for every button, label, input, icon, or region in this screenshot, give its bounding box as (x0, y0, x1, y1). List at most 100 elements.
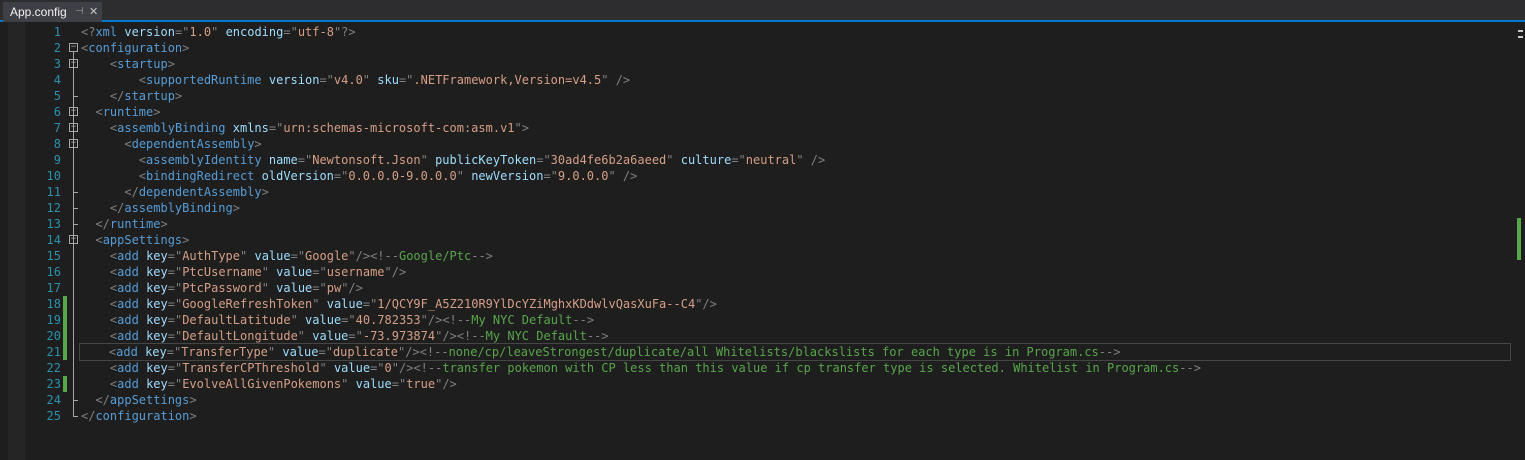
collapse-icon[interactable]: − (69, 59, 78, 68)
code-line[interactable]: <startup> (81, 56, 1510, 72)
code-token: true (406, 377, 436, 391)
code-line[interactable]: <add key="EvolveAllGivenPokemons" value=… (81, 376, 1510, 392)
code-line[interactable]: <supportedRuntime version="v4.0" sku=".N… (81, 72, 1510, 88)
code-line[interactable]: <add key="PtcPassword" value="pw"/> (81, 280, 1510, 296)
code-token: value (276, 281, 313, 295)
code-token: "/><!-- (397, 345, 449, 359)
code-token: -73.973874 (362, 329, 436, 343)
outline-end (73, 192, 78, 193)
line-number: 6 (53, 105, 61, 119)
code-line[interactable]: <runtime> (81, 104, 1510, 120)
line-number: 5 (53, 89, 61, 103)
code-token: xml (95, 25, 118, 39)
code-token: > (254, 137, 262, 151)
document-tab-bar: App.config ⊣ ✕ (0, 0, 1525, 22)
code-token: supportedRuntime (146, 73, 262, 87)
code-token: =" (341, 313, 356, 327)
vertical-scrollbar[interactable] (1515, 22, 1525, 460)
code-line[interactable]: <add key="GoogleRefreshToken" value="1/Q… (81, 296, 1510, 312)
code-line[interactable]: <add key="DefaultLatitude" value="40.782… (81, 312, 1510, 328)
code-line[interactable]: <add key="TransferCPThreshold" value="0"… (81, 360, 1510, 376)
code-line[interactable]: <?xml version="1.0" encoding="utf-8"?> (81, 24, 1510, 40)
code-token: =" (362, 297, 378, 311)
code-token: 30ad4fe6b2a6aeed (550, 153, 667, 167)
collapse-icon[interactable]: − (69, 235, 78, 244)
code-line[interactable]: </assemblyBinding> (81, 200, 1510, 216)
code-line[interactable]: <assemblyIdentity name="Newtonsoft.Json"… (81, 152, 1510, 168)
line-number: 14 (46, 233, 61, 247)
code-line[interactable]: <assemblyBinding xmlns="urn:schemas-micr… (81, 120, 1510, 136)
code-token: bindingRedirect (146, 169, 255, 183)
code-line[interactable]: </appSettings> (81, 392, 1510, 408)
outline-end (73, 416, 78, 417)
code-token: publicKeyToken (435, 153, 537, 167)
code-line[interactable]: <bindingRedirect oldVersion="0.0.0.0-9.0… (81, 168, 1510, 184)
code-token: key (146, 249, 168, 263)
change-marker (63, 328, 67, 344)
code-token: " /> (608, 169, 638, 183)
code-token: encoding (225, 25, 284, 39)
code-token: 0.0.0.0-9.0.0.0 (348, 169, 457, 183)
collapse-icon[interactable]: − (69, 107, 78, 116)
code-token: =" (268, 121, 284, 135)
code-token: add (117, 329, 139, 343)
code-token: assemblyIdentity (146, 153, 262, 167)
code-line[interactable]: <add key="TransferType" value="duplicate… (79, 343, 1511, 361)
line-number: 13 (46, 217, 61, 231)
code-token: value (326, 297, 363, 311)
code-token: --> (1179, 361, 1201, 375)
code-line[interactable]: </configuration> (81, 408, 1510, 424)
code-token: "> (514, 121, 529, 135)
code-token: add (117, 249, 139, 263)
collapse-icon[interactable]: − (69, 123, 78, 132)
line-number: 22 (46, 361, 61, 375)
code-token: =" (167, 265, 183, 279)
line-number: 1 (53, 25, 61, 39)
code-token: urn:schemas-microsoft-com:asm.v1 (283, 121, 515, 135)
line-number: 7 (53, 121, 61, 135)
code-token: v4.0 (333, 73, 363, 87)
code-token: xmlns (232, 121, 269, 135)
code-line[interactable]: <add key="PtcUsername" value="username"/… (81, 264, 1510, 280)
code-token: assemblyBinding (124, 201, 233, 215)
collapse-icon[interactable]: − (69, 139, 78, 148)
close-icon[interactable]: ✕ (89, 5, 98, 18)
line-number: 24 (46, 393, 61, 407)
code-line[interactable]: </dependentAssembly> (81, 184, 1510, 200)
code-token: value (276, 265, 313, 279)
code-text-area[interactable]: <?xml version="1.0" encoding="utf-8"?> <c… (79, 24, 1511, 424)
code-line[interactable]: <add key="AuthType" value="Google"/><!--… (81, 248, 1510, 264)
outline-end (73, 400, 78, 401)
code-token: </ (95, 217, 110, 231)
code-token: =" (731, 153, 746, 167)
selection-margin[interactable] (8, 22, 25, 460)
code-token: =" (167, 313, 183, 327)
code-line[interactable]: <add key="DefaultLongitude" value="-73.9… (81, 328, 1510, 344)
tab-app-config[interactable]: App.config ⊣ ✕ (3, 2, 102, 22)
code-token: appSettings (102, 233, 183, 247)
code-line[interactable]: <appSettings> (81, 232, 1510, 248)
code-token: "/> (341, 281, 363, 295)
code-token: add (117, 377, 139, 391)
code-line[interactable]: <dependentAssembly> (81, 136, 1510, 152)
code-token: =" (543, 169, 558, 183)
code-token: " (362, 73, 371, 87)
outline-end (73, 96, 78, 97)
code-line[interactable]: </startup> (81, 88, 1510, 104)
code-line[interactable]: </runtime> (81, 216, 1510, 232)
pin-icon[interactable]: ⊣ (75, 6, 84, 17)
code-editor[interactable]: 1 2 3 4 5 6 7 8 9 10 11 12 13 14 15 16 17 18 19 20 21 22 23 24 2… (0, 22, 1525, 460)
code-token: username (326, 265, 385, 279)
code-line[interactable]: <configuration> (81, 40, 1510, 56)
collapse-icon[interactable]: − (69, 43, 78, 52)
code-token: transfer pokemon with CP less than this … (442, 361, 1180, 375)
